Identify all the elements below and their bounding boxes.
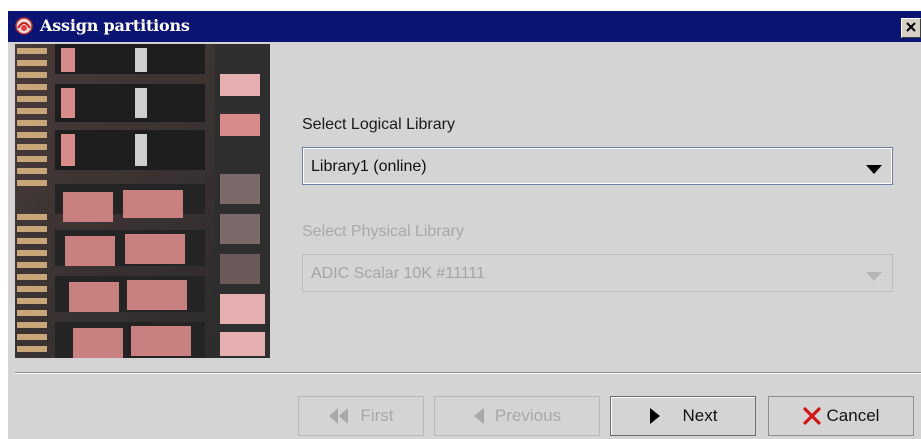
dropdown-arrow-icon[interactable] [866,162,882,174]
physical-library-label: Select Physical Library [302,223,464,240]
close-icon [906,19,916,37]
right-arrow-icon [649,408,661,424]
cancel-button-label: Cancel [826,406,880,425]
title-bar[interactable]: Assign partitions [8,11,921,42]
separator [15,372,921,374]
logical-library-select[interactable]: Library1 (online) [302,147,893,185]
next-button[interactable]: Next [610,396,756,436]
app-icon [14,16,34,36]
double-left-arrow-icon [328,408,350,424]
previous-button-label: Previous [494,406,562,425]
physical-library-value: ADIC Scalar 10K #11111 [311,265,486,282]
assign-partitions-dialog: Assign partitions Select Logical Library… [8,11,921,439]
close-button[interactable] [901,18,921,38]
logical-library-label: Select Logical Library [302,116,455,133]
first-button-label: First [360,406,394,425]
previous-button[interactable]: Previous [434,396,600,436]
window-title: Assign partitions [40,16,190,35]
cancel-button[interactable]: Cancel [768,396,914,436]
left-arrow-icon [473,408,485,424]
physical-library-select[interactable]: ADIC Scalar 10K #11111 [302,254,893,292]
dropdown-arrow-icon[interactable] [866,269,882,281]
server-rack-image [15,44,270,358]
red-x-icon [802,407,821,425]
next-button-label: Next [682,406,718,425]
logical-library-value: Library1 (online) [311,158,427,175]
first-button[interactable]: First [298,396,424,436]
